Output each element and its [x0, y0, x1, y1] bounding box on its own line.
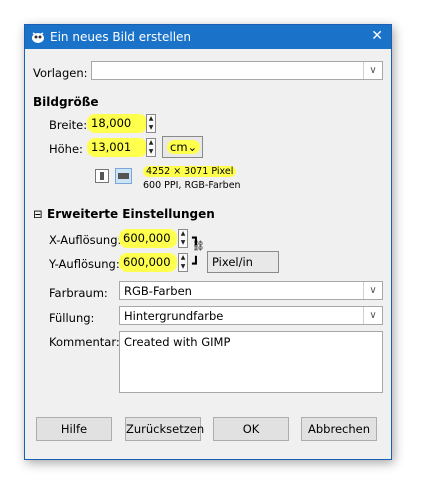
close-icon[interactable]: ✕ [371, 28, 383, 44]
ok-button[interactable]: OK [213, 417, 289, 441]
res-unit-select[interactable]: Pixel/in [207, 251, 279, 273]
xres-input[interactable]: 600,000 [119, 229, 177, 248]
spin-down-icon[interactable]: ▼ [147, 148, 155, 156]
landscape-icon[interactable] [115, 168, 132, 184]
spin-up-icon[interactable]: ▲ [179, 254, 187, 262]
hoehe-input[interactable]: 13,001 [87, 138, 147, 157]
spin-down-icon[interactable]: ▼ [179, 263, 187, 271]
spin-up-icon[interactable]: ▲ [147, 115, 155, 123]
hoehe-spinner[interactable]: ▲ ▼ [146, 138, 156, 157]
kommentar-label: Kommentar: [49, 335, 120, 349]
chevron-down-icon: ∨ [363, 62, 382, 79]
hoehe-value: 13,001 [91, 140, 132, 154]
xres-spinner[interactable]: ▲ ▼ [178, 229, 188, 248]
fuellung-select[interactable]: Hintergrundfarbe ∨ [119, 306, 383, 325]
yres-value: 600,000 [123, 255, 171, 269]
breite-label: Breite: [49, 118, 88, 132]
zuruecksetzen-button[interactable]: Zurücksetzen [125, 417, 204, 441]
xres-label: X-Auflösung: [49, 233, 122, 247]
kommentar-value: Created with GIMP [124, 335, 231, 349]
collapse-icon[interactable]: ⊟ [33, 207, 43, 221]
breite-spinner[interactable]: ▲ ▼ [146, 114, 156, 133]
res-unit-value: Pixel/in [212, 255, 253, 269]
erweitert-heading[interactable]: Erweiterte Einstellungen [47, 207, 215, 221]
dialog-window: Ein neues Bild erstellen ✕ Vorlagen: ∨ B… [24, 24, 392, 460]
yres-label: Y-Auflösung: [49, 257, 120, 271]
unit-select[interactable]: cm⌄ [162, 136, 203, 158]
yres-input[interactable]: 600,000 [119, 253, 177, 272]
fuellung-label: Füllung: [49, 311, 95, 325]
title-bar: Ein neues Bild erstellen ✕ [25, 25, 391, 49]
hilfe-button[interactable]: Hilfe [36, 417, 112, 441]
spin-up-icon[interactable]: ▲ [147, 139, 155, 147]
window-title: Ein neues Bild erstellen [50, 30, 192, 44]
unit-value: cm⌄ [167, 140, 201, 154]
bildgroesse-heading: Bildgröße [33, 95, 99, 109]
yres-spinner[interactable]: ▲ ▼ [178, 253, 188, 272]
spin-down-icon[interactable]: ▼ [147, 124, 155, 132]
hoehe-label: Höhe: [49, 142, 83, 156]
farbraum-select[interactable]: RGB-Farben ∨ [119, 281, 383, 300]
chevron-down-icon: ∨ [363, 307, 382, 324]
pixel-info: 4252 × 3071 Pixel [143, 166, 237, 177]
abbrechen-button[interactable]: Abbrechen [301, 417, 377, 441]
farbraum-label: Farbraum: [49, 286, 108, 300]
farbraum-value: RGB-Farben [124, 284, 192, 298]
chain-icon[interactable]: ⛓ [192, 241, 205, 252]
kommentar-textarea[interactable]: Created with GIMP [119, 331, 383, 393]
chevron-down-icon: ∨ [363, 282, 382, 299]
spin-up-icon[interactable]: ▲ [179, 230, 187, 238]
gimp-icon [31, 30, 45, 44]
vorlagen-select[interactable]: ∨ [91, 61, 383, 80]
fuellung-value: Hintergrundfarbe [124, 309, 224, 323]
vorlagen-label: Vorlagen: [33, 66, 88, 80]
xres-value: 600,000 [123, 231, 171, 245]
spin-down-icon[interactable]: ▼ [179, 239, 187, 247]
breite-value: 18,000 [91, 116, 132, 130]
breite-input[interactable]: 18,000 [87, 114, 147, 133]
ppi-info: 600 PPI, RGB-Farben [143, 180, 241, 191]
chain-end-icon: ┛ [192, 257, 200, 272]
portrait-icon[interactable] [95, 169, 109, 183]
